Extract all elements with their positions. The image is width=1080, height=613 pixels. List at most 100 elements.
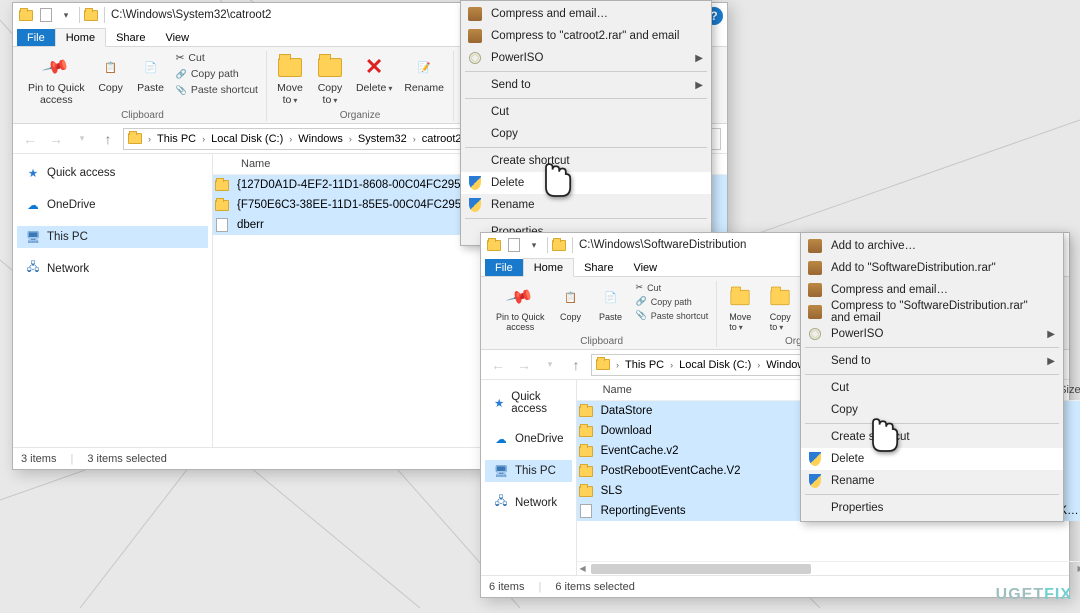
sidebar-network[interactable]: 🖧Network: [17, 258, 208, 280]
sidebar-quick-access[interactable]: ★Quick access: [17, 162, 208, 184]
winrar-icon: [807, 282, 823, 298]
file-icon: [577, 504, 595, 518]
tab-file[interactable]: File: [17, 29, 55, 46]
submenu-arrow-icon: ▶: [695, 53, 703, 64]
tab-view[interactable]: View: [623, 259, 667, 276]
crumb-system32[interactable]: System32: [354, 129, 411, 149]
paste-shortcut-button[interactable]: 📎Paste shortcut: [634, 309, 711, 322]
scissors-icon: ✂: [176, 52, 185, 64]
menu-create-shortcut[interactable]: Create shortcut: [801, 426, 1063, 448]
copy-button[interactable]: 📋Copy: [94, 51, 128, 96]
copy-to-button[interactable]: Copy to▾: [313, 51, 347, 108]
window-title-path: C:\Windows\System32\catroot2: [111, 9, 271, 21]
menu-compress-name-email[interactable]: Compress to "SoftwareDistribution.rar" a…: [801, 301, 1063, 323]
menu-compress-email[interactable]: Compress and email…: [461, 3, 711, 25]
menu-add-archive[interactable]: Add to archive…: [801, 235, 1063, 257]
crumb-this-pc[interactable]: This PC: [153, 129, 200, 149]
menu-create-shortcut[interactable]: Create shortcut: [461, 150, 711, 172]
tab-file[interactable]: File: [485, 259, 523, 276]
tab-view[interactable]: View: [155, 29, 199, 46]
menu-delete[interactable]: Delete: [461, 172, 711, 194]
copy-to-button[interactable]: Copy to▾: [763, 281, 797, 334]
shield-icon: [467, 197, 483, 213]
paste-button[interactable]: 📄Paste: [134, 51, 168, 96]
submenu-arrow-icon: ▶: [695, 80, 703, 91]
context-menu-2: Add to archive… Add to "SoftwareDistribu…: [800, 232, 1064, 522]
copy-button[interactable]: 📋Copy: [554, 281, 588, 324]
menu-compress-email[interactable]: Compress and email…: [801, 279, 1063, 301]
tab-home[interactable]: Home: [523, 258, 574, 277]
folder-icon: [213, 180, 231, 191]
folder-icon: [485, 236, 503, 254]
move-to-button[interactable]: Move to▾: [273, 51, 307, 108]
menu-rename[interactable]: Rename: [801, 470, 1063, 492]
menu-compress-name-email[interactable]: Compress to "catroot2.rar" and email: [461, 25, 711, 47]
winrar-icon: [807, 304, 823, 320]
winrar-icon: [467, 28, 483, 44]
status-selected: 3 items selected: [87, 453, 166, 465]
move-to-button[interactable]: Move to▾: [723, 281, 757, 334]
up-button[interactable]: ↑: [97, 128, 119, 150]
paste-shortcut-button[interactable]: 📎Paste shortcut: [174, 83, 260, 97]
sidebar-this-pc[interactable]: 🖥This PC: [485, 460, 572, 482]
forward-button[interactable]: →: [45, 128, 67, 150]
crumb-c[interactable]: Local Disk (C:): [207, 129, 287, 149]
copy-path-button[interactable]: 🔗Copy path: [174, 67, 260, 81]
menu-send-to[interactable]: Send to▶: [461, 74, 711, 96]
dropdown-icon[interactable]: ▾: [57, 6, 75, 24]
sidebar-onedrive[interactable]: ☁OneDrive: [485, 428, 572, 450]
app-folder-icon: [82, 6, 100, 24]
menu-cut[interactable]: Cut: [801, 377, 1063, 399]
winrar-icon: [807, 238, 823, 254]
back-button[interactable]: ←: [487, 354, 509, 376]
folder-icon: [577, 446, 595, 457]
menu-delete[interactable]: Delete: [801, 448, 1063, 470]
menu-send-to[interactable]: Send to▶: [801, 350, 1063, 372]
crumb-windows[interactable]: Windows: [294, 129, 347, 149]
recent-dropdown[interactable]: ▾: [539, 354, 561, 376]
rename-button[interactable]: 📝Rename: [401, 51, 447, 96]
quick-save-icon[interactable]: [505, 236, 523, 254]
menu-add-name[interactable]: Add to "SoftwareDistribution.rar": [801, 257, 1063, 279]
menu-copy[interactable]: Copy: [801, 399, 1063, 421]
tab-share[interactable]: Share: [106, 29, 155, 46]
menu-poweriso[interactable]: PowerISO▶: [461, 47, 711, 69]
tab-share[interactable]: Share: [574, 259, 623, 276]
app-folder-icon: [550, 236, 568, 254]
cursor-pointer-overlay: [862, 418, 906, 462]
copy-path-button[interactable]: 🔗Copy path: [634, 295, 711, 308]
menu-rename[interactable]: Rename: [461, 194, 711, 216]
sidebar-this-pc[interactable]: 🖥This PC: [17, 226, 208, 248]
back-button[interactable]: ←: [19, 128, 41, 150]
pin-button[interactable]: 📌Pin to Quick access: [493, 281, 548, 334]
menu-properties[interactable]: Properties: [801, 497, 1063, 519]
delete-button[interactable]: ✕Delete▾: [353, 51, 395, 96]
up-button[interactable]: ↑: [565, 354, 587, 376]
sidebar-onedrive[interactable]: ☁OneDrive: [17, 194, 208, 216]
horizontal-scrollbar[interactable]: ◀ ▶: [577, 561, 1080, 575]
paste-button[interactable]: 📄Paste: [594, 281, 628, 324]
crumb-catroot2[interactable]: catroot2: [418, 129, 466, 149]
cut-button[interactable]: ✂Cut: [634, 281, 711, 294]
menu-cut[interactable]: Cut: [461, 101, 711, 123]
tab-home[interactable]: Home: [55, 28, 106, 47]
status-selected: 6 items selected: [555, 581, 634, 593]
quick-save-icon[interactable]: [37, 6, 55, 24]
sidebar-network[interactable]: 🖧Network: [485, 492, 572, 514]
disc-icon: [467, 50, 483, 66]
forward-button[interactable]: →: [513, 354, 535, 376]
col-name[interactable]: Name: [597, 380, 797, 400]
context-menu-1: Compress and email… Compress to "catroot…: [460, 0, 712, 246]
organize-group-label: Organize: [340, 110, 381, 121]
recent-dropdown[interactable]: ▾: [71, 128, 93, 150]
winrar-icon: [807, 260, 823, 276]
winrar-icon: [467, 6, 483, 22]
dropdown-icon[interactable]: ▾: [525, 236, 543, 254]
sidebar-quick-access[interactable]: ★Quick access: [485, 388, 572, 418]
sidebar: ★Quick access ☁OneDrive 🖥This PC 🖧Networ…: [13, 154, 213, 447]
pin-button[interactable]: 📌Pin to Quick access: [25, 51, 88, 108]
file-icon: [213, 218, 231, 232]
cut-button[interactable]: ✂Cut: [174, 51, 260, 65]
menu-poweriso[interactable]: PowerISO▶: [801, 323, 1063, 345]
menu-copy[interactable]: Copy: [461, 123, 711, 145]
